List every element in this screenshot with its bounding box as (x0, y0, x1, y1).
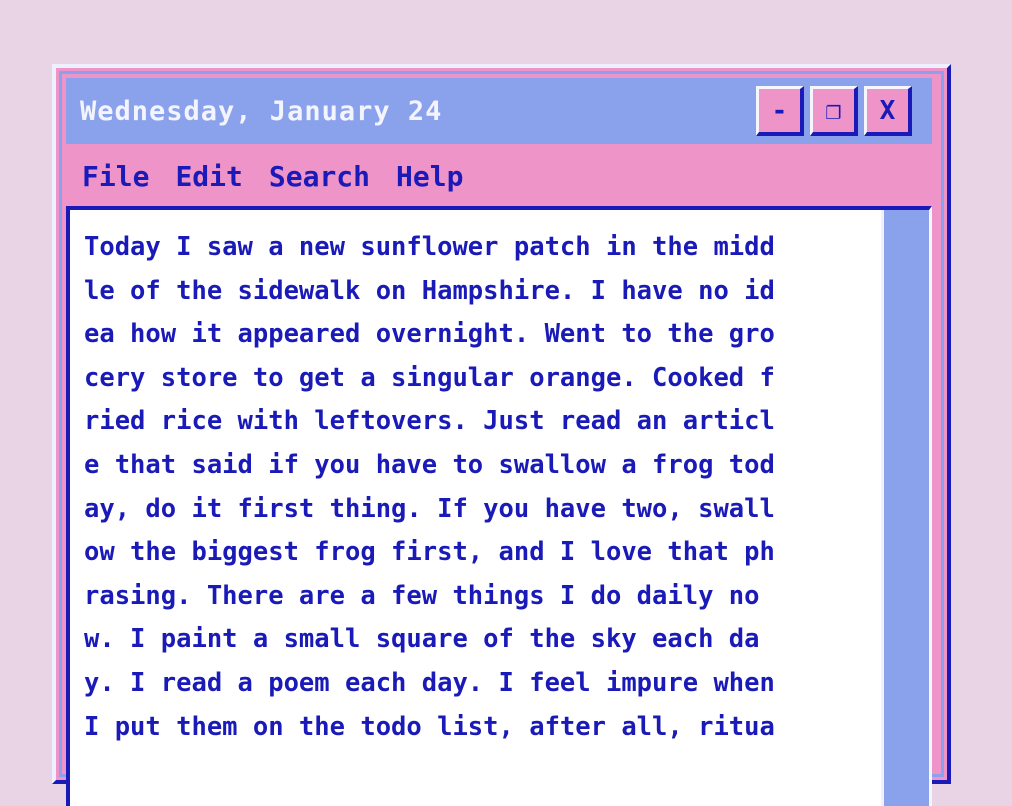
text-line: le of the sidewalk on Hampshire. I have … (84, 275, 775, 306)
close-icon: X (879, 95, 896, 126)
title-bar[interactable]: Wednesday, January 24 - ❐ X (66, 78, 932, 144)
notepad-window: Wednesday, January 24 - ❐ X File Edit Se… (52, 64, 951, 806)
menu-bar: File Edit Search Help (66, 152, 932, 200)
menu-file[interactable]: File (82, 160, 149, 193)
text-line: y. I read a poem each day. I feel impure… (84, 667, 775, 698)
document-text[interactable]: Today I saw a new sunflower patch in the… (84, 226, 874, 749)
text-line: ow the biggest frog first, and I love th… (84, 537, 775, 568)
window-title: Wednesday, January 24 (80, 96, 443, 127)
vertical-scrollbar[interactable] (881, 210, 929, 806)
text-line: Today I saw a new sunflower patch in the… (84, 232, 775, 262)
text-line: ea how it appeared overnight. Went to th… (84, 319, 775, 350)
text-line: w. I paint a small square of the sky eac… (84, 624, 760, 655)
minimize-button[interactable]: - (756, 86, 804, 136)
text-line: cery store to get a singular orange. Coo… (84, 362, 775, 393)
text-line: ried rice with leftovers. Just read an a… (84, 406, 775, 437)
menu-edit[interactable]: Edit (175, 160, 242, 193)
text-line: I put them on the todo list, after all, … (84, 711, 775, 742)
maximize-button[interactable]: ❐ (810, 86, 858, 136)
minimize-icon: - (771, 95, 788, 126)
text-editor[interactable]: Today I saw a new sunflower patch in the… (66, 206, 932, 806)
menu-search[interactable]: Search (269, 160, 370, 193)
maximize-icon: ❐ (825, 95, 842, 126)
close-button[interactable]: X (864, 86, 912, 136)
text-line: ay, do it first thing. If you have two, … (84, 493, 775, 524)
menu-help[interactable]: Help (396, 160, 463, 193)
text-line: rasing. There are a few things I do dail… (84, 580, 760, 611)
text-line: e that said if you have to swallow a fro… (84, 449, 775, 480)
